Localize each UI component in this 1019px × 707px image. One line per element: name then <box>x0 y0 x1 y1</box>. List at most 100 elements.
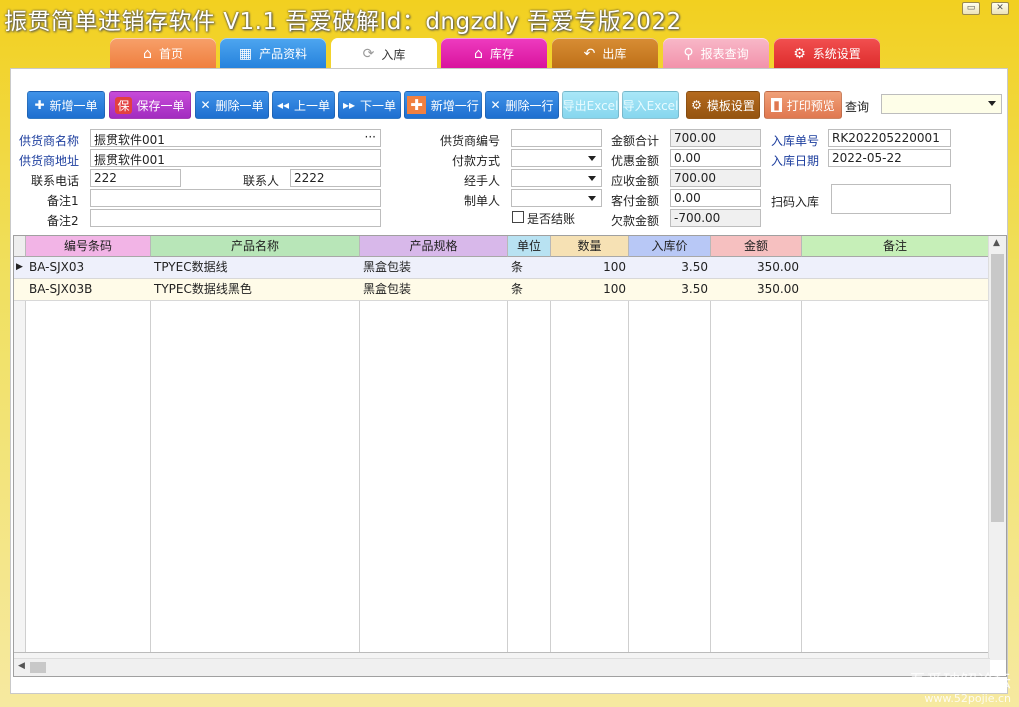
col-header-barcode[interactable]: 编号条码 <box>26 236 151 257</box>
save-order-button[interactable]: 保保存一单 <box>109 91 191 119</box>
delete-icon: ✕ <box>200 98 211 112</box>
handler-select[interactable] <box>511 169 602 187</box>
button-label: 保存一单 <box>136 98 185 113</box>
button-label: 模板设置 <box>706 98 755 113</box>
note2-label: 备注2 <box>47 214 79 228</box>
tab-reports[interactable]: ⚲ 报表查询 <box>663 38 769 69</box>
app-title: 振贯简单进销存软件 V1.1 吾爱破解Id：dngzdly 吾爱专版2022 <box>4 9 682 35</box>
tab-stock-in[interactable]: ⟳ 入库 <box>331 38 437 70</box>
grid-column <box>629 257 711 652</box>
delete-row-button[interactable]: ✕ 删除一行 <box>485 91 559 119</box>
cell-qty[interactable]: 100 <box>551 257 629 279</box>
discount-label: 优惠金额 <box>611 154 660 168</box>
col-header-product-name[interactable]: 产品名称 <box>151 236 360 257</box>
paid-field[interactable]: 0.00 <box>670 189 761 207</box>
supplier-addr-field[interactable]: 振贯软件001 <box>90 149 381 167</box>
pay-method-select[interactable] <box>511 149 602 167</box>
button-label: 新增一单 <box>49 98 98 113</box>
contact-field[interactable]: 2222 <box>290 169 381 187</box>
cell-barcode[interactable]: BA-SJX03 <box>26 257 151 279</box>
add-row-button[interactable]: ✚ 新增一行 <box>404 91 482 119</box>
button-label: 打印预览 <box>786 98 835 113</box>
cell-product-name[interactable]: TPYEC数据线 <box>151 257 360 279</box>
supplier-no-field[interactable] <box>511 129 602 147</box>
col-header-spec[interactable]: 产品规格 <box>360 236 508 257</box>
plus-icon: ✚ <box>34 98 45 112</box>
more-icon[interactable]: ··· <box>365 130 376 144</box>
watermark-line2: www.52pojie.cn <box>924 692 1011 705</box>
delete-order-button[interactable]: ✕ 删除一单 <box>195 91 269 119</box>
note1-field[interactable] <box>90 189 381 207</box>
template-settings-button[interactable]: ⚙ 模板设置 <box>686 91 760 119</box>
tab-stock-out[interactable]: ↶ 出库 <box>552 38 658 69</box>
cell-qty[interactable]: 100 <box>551 279 629 301</box>
button-label: 上一单 <box>294 98 331 113</box>
prev-icon: ◂◂ <box>276 98 290 112</box>
col-header-amount[interactable]: 金额 <box>711 236 802 257</box>
button-label: 下一单 <box>360 98 397 113</box>
cell-product-name[interactable]: TYPEC数据线黑色 <box>151 279 360 301</box>
vertical-scrollbar[interactable]: ▲ <box>988 236 1006 660</box>
order-no-field[interactable]: RK202205220001 <box>828 129 951 147</box>
cell-barcode[interactable]: BA-SJX03B <box>26 279 151 301</box>
scroll-left-icon[interactable]: ◀ <box>18 661 25 671</box>
discount-field[interactable]: 0.00 <box>670 149 761 167</box>
tab-inventory[interactable]: ⌂ 库存 <box>441 38 547 69</box>
scroll-up-icon[interactable]: ▲ <box>993 238 1000 248</box>
supplier-name-field[interactable]: 振贯软件001 ··· <box>90 129 381 147</box>
scroll-thumb[interactable] <box>30 662 46 673</box>
tab-settings[interactable]: ⚙ 系统设置 <box>774 38 880 69</box>
prev-order-button[interactable]: ◂◂ 上一单 <box>272 91 335 119</box>
cell-unit[interactable]: 条 <box>508 279 551 301</box>
scan-label: 扫码入库 <box>771 195 820 209</box>
settled-checkbox[interactable] <box>512 211 524 223</box>
cell-note[interactable] <box>802 257 989 279</box>
cell-price[interactable]: 3.50 <box>629 279 711 301</box>
date-field[interactable]: 2022-05-22 <box>828 149 951 167</box>
cell-spec[interactable]: 黑盒包装 <box>360 257 508 279</box>
cell-spec[interactable]: 黑盒包装 <box>360 279 508 301</box>
home-icon: ⌂ <box>143 45 152 62</box>
stock-in-panel: ✚ 新增一单 保保存一单 ✕ 删除一单 ◂◂ 上一单 ▸▸ 下一单 ✚ 新增一行 ✕ 删除一… <box>10 68 1008 694</box>
col-header-price[interactable]: 入库价 <box>629 236 711 257</box>
total-label: 金额合计 <box>611 134 660 148</box>
import-excel-button[interactable]: 导入Excel <box>622 91 679 119</box>
table-row[interactable]: BA-SJX03B TYPEC数据线黑色 黑盒包装 条 100 3.50 350… <box>14 279 989 301</box>
scan-field[interactable] <box>831 184 951 214</box>
date-label: 入库日期 <box>771 154 820 168</box>
restore-icon[interactable]: ▭ <box>962 2 980 15</box>
tab-label: 报表查询 <box>700 47 749 61</box>
scroll-thumb[interactable] <box>991 254 1004 522</box>
col-header-note[interactable]: 备注 <box>802 236 989 257</box>
query-label: 查询 <box>845 100 870 114</box>
button-label: 删除一行 <box>505 98 554 113</box>
horizontal-scrollbar[interactable]: ◀ <box>14 658 990 676</box>
next-order-button[interactable]: ▸▸ 下一单 <box>338 91 401 119</box>
note2-field[interactable] <box>90 209 381 227</box>
cell-amount[interactable]: 350.00 <box>711 257 802 279</box>
grid-column <box>26 257 151 652</box>
cell-price[interactable]: 3.50 <box>629 257 711 279</box>
col-header-qty[interactable]: 数量 <box>551 236 629 257</box>
tab-home[interactable]: ⌂ 首页 <box>110 38 216 69</box>
print-preview-button[interactable]: ▮ 打印预览 <box>764 91 842 119</box>
phone-field[interactable]: 222 <box>90 169 181 187</box>
export-excel-button[interactable]: 导出Excel <box>562 91 619 119</box>
total-field: 700.00 <box>670 129 761 147</box>
tab-label: 库存 <box>489 47 514 61</box>
query-select[interactable] <box>881 94 1002 114</box>
table-row[interactable]: ▶ BA-SJX03 TPYEC数据线 黑盒包装 条 100 3.50 350.… <box>14 257 989 279</box>
cell-unit[interactable]: 条 <box>508 257 551 279</box>
close-icon[interactable]: ✕ <box>991 2 1009 15</box>
supplier-no-label: 供货商编号 <box>440 134 501 148</box>
cell-amount[interactable]: 350.00 <box>711 279 802 301</box>
tab-products[interactable]: ▦ 产品资料 <box>220 38 326 69</box>
search-icon: ⚲ <box>683 45 694 62</box>
owed-field: -700.00 <box>670 209 761 227</box>
receivable-label: 应收金额 <box>611 174 660 188</box>
maker-select[interactable] <box>511 189 602 207</box>
new-order-button[interactable]: ✚ 新增一单 <box>27 91 105 119</box>
cell-note[interactable] <box>802 279 989 301</box>
supplier-name-label: 供货商名称 <box>19 134 80 148</box>
col-header-unit[interactable]: 单位 <box>508 236 551 257</box>
